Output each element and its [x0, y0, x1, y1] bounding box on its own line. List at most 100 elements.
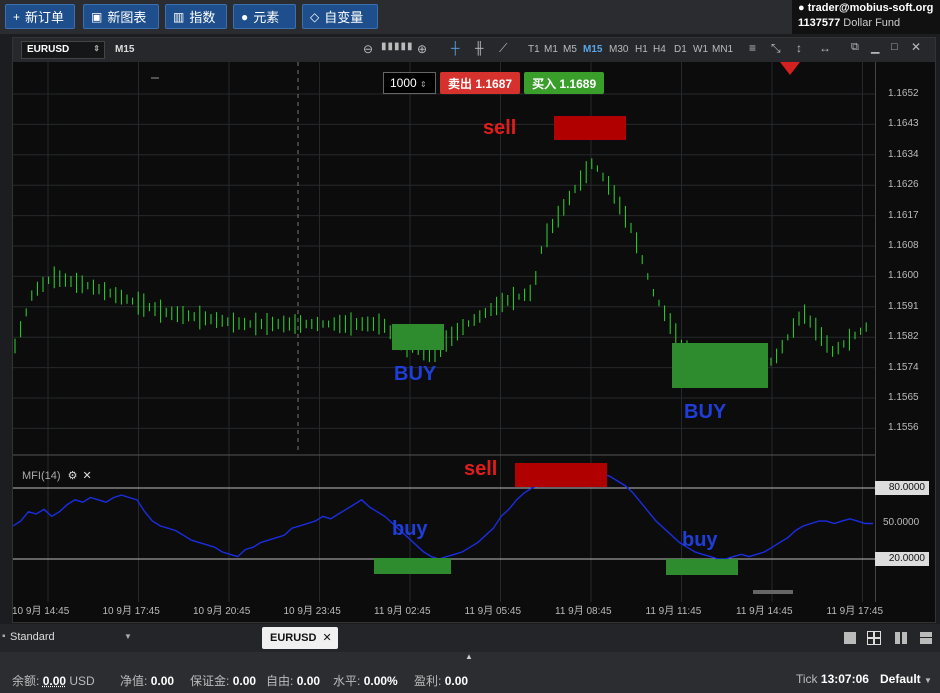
timeframe-d1[interactable]: D1 — [674, 44, 687, 55]
variables-label: 自变量 — [324, 10, 364, 25]
new-chart-button[interactable]: ▣ 新图表 — [83, 4, 159, 29]
sell-label: 卖出 — [448, 77, 473, 91]
price-tick-label: 1.1591 — [888, 300, 919, 312]
timeframe-m15[interactable]: M15 — [583, 44, 602, 55]
indicator-list-icon[interactable]: ≡ — [749, 41, 756, 55]
tab-eurusd[interactable]: EURUSD ✕ — [262, 627, 338, 649]
time-tick-label: 10 9月 17:45 — [102, 606, 160, 617]
minimize-icon[interactable]: ▁ — [871, 41, 879, 54]
server-time: Tick 13:07:06 — [796, 672, 869, 686]
account-user: trader@mobius-soft.org — [807, 2, 934, 14]
sell-zone-price — [554, 116, 626, 140]
mfi-level-20: 20.0000 — [875, 552, 929, 566]
price-tick-label: 1.1565 — [888, 392, 919, 403]
timeframe-t1[interactable]: T1 — [528, 44, 540, 55]
buy-zone-price-left — [392, 324, 444, 350]
layout-rows-icon[interactable] — [919, 631, 933, 645]
buy-zone-price-right — [672, 343, 768, 388]
maximize-icon[interactable]: □ — [891, 41, 898, 53]
sell-zone-mfi — [515, 463, 607, 487]
account-info[interactable]: ● trader@mobius-soft.org 1137577 Dollar … — [792, 0, 940, 34]
price-tick-label: 1.1617 — [888, 209, 919, 221]
lot-value: 1000 — [390, 76, 417, 90]
indicators-button[interactable]: ▥ 指数 — [165, 4, 227, 29]
collapse-arrow-icon[interactable]: ▲ — [465, 652, 473, 661]
zoom-in-icon[interactable]: ⊕ — [417, 42, 427, 56]
mfi-level-50: 50.0000 — [883, 517, 920, 528]
time-axis: 10 9月 14:45 10 9月 17:45 10 9月 20:45 10 9月 2… — [12, 598, 883, 622]
buy-annotation-left: BUY — [394, 363, 437, 385]
timeframe-h1[interactable]: H1 — [635, 44, 648, 55]
close-icon[interactable]: ✕ — [911, 40, 921, 54]
user-icon: ● — [798, 2, 805, 14]
sell-annotation: sell — [483, 117, 517, 139]
scale-vertical-icon[interactable]: ↕ — [796, 41, 802, 55]
variables-button[interactable]: ◇ 自变量 — [302, 4, 378, 29]
zoom-slider[interactable]: ▮▮▮▮▮ — [381, 41, 414, 52]
buy-zone-mfi-right — [666, 559, 738, 575]
layout-single-icon[interactable] — [843, 631, 857, 645]
gear-icon[interactable]: ⚙ — [68, 470, 78, 482]
profile-chevron-icon: ▼ — [924, 676, 932, 685]
elements-label: 元素 — [253, 10, 280, 25]
price-chart[interactable] — [13, 62, 875, 602]
zoom-out-icon[interactable]: ⊖ — [363, 42, 373, 56]
mfi-buy-annotation-right: buy — [682, 529, 718, 551]
account-name: Dollar Fund — [843, 17, 901, 29]
equity: 净值: 0.00 — [120, 674, 175, 688]
timeframe-mn1[interactable]: MN1 — [712, 44, 733, 55]
time-tick-label: 11 9月 08:45 — [555, 606, 612, 617]
detach-window-icon[interactable]: ⧉ — [851, 41, 859, 54]
scale-diagonal-icon[interactable]: ⤡ — [771, 41, 781, 56]
chevron-down-icon[interactable]: ▼ — [124, 632, 132, 641]
buy-annotation-right: BUY — [684, 401, 727, 423]
price-tick-label: 1.1634 — [888, 148, 919, 160]
timeframe-m30[interactable]: M30 — [609, 44, 628, 55]
line-chart-type-icon[interactable]: ⟋ — [499, 41, 507, 56]
mfi-name: MFI(14) — [22, 470, 61, 482]
new-order-button[interactable]: + 新订单 — [5, 4, 75, 29]
sell-button[interactable]: 卖出 1.1687 — [440, 72, 521, 94]
price-tick-label: 1.1574 — [888, 361, 919, 373]
chart-scrollbar — [753, 590, 793, 594]
time-tick-label: 10 9月 23:45 — [283, 606, 341, 617]
profile-select[interactable]: Default ▼ — [880, 672, 932, 686]
symbol-select[interactable]: EURUSD ⇕ — [21, 41, 105, 59]
timeframe-w1[interactable]: W1 — [693, 44, 708, 55]
bar-chart-type-icon[interactable]: ┼ — [451, 41, 460, 55]
current-price-marker — [780, 62, 800, 75]
spinner-icon: ⇕ — [420, 80, 427, 89]
buy-label: 买入 — [532, 77, 557, 91]
price-tick-label: 1.1643 — [888, 118, 919, 130]
close-tab-icon[interactable]: ✕ — [322, 632, 331, 644]
elements-button[interactable]: ● 元素 — [233, 4, 296, 29]
sell-price: 1.1687 — [475, 77, 513, 91]
buy-zone-mfi-left — [374, 558, 451, 574]
status-bar: ▲ 余额: 0.00 USD 净值: 0.00 保证金: 0.00 自由: 0.… — [0, 652, 940, 693]
mfi-line — [13, 473, 873, 560]
main-toolbar: + 新订单 ▣ 新图表 ▥ 指数 ● 元素 ◇ 自变量 ● trader@mob… — [0, 0, 940, 34]
time-tick-label: 11 9月 05:45 — [464, 606, 522, 617]
lot-size-input[interactable]: 1000 ⇕ — [383, 72, 436, 94]
layout-grid-icon[interactable] — [867, 631, 881, 645]
candle-chart-type-icon[interactable]: ╫ — [475, 41, 484, 55]
chart-icon: ▣ — [91, 9, 103, 24]
plus-icon: + — [13, 9, 21, 24]
timeframe-m1[interactable]: M1 — [544, 44, 558, 55]
tab-eurusd-label: EURUSD — [270, 632, 317, 644]
price-tick-label: 1.1600 — [888, 270, 919, 282]
menu-icon[interactable]: ▪ — [2, 631, 6, 642]
timeframe-m5[interactable]: M5 — [563, 44, 577, 55]
workspace-select[interactable]: Standard — [10, 631, 55, 643]
time-tick-label: 10 9月 20:45 — [193, 606, 251, 617]
timeframe-h4[interactable]: H4 — [653, 44, 666, 55]
price-tick-label: 1.1608 — [888, 240, 919, 251]
buy-price: 1.1689 — [559, 77, 597, 91]
bar-chart-icon: ▥ — [173, 9, 185, 24]
buy-button[interactable]: 买入 1.1689 — [524, 72, 605, 94]
mfi-label: MFI(14) ⚙ ✕ — [22, 469, 92, 482]
layout-columns-icon[interactable] — [894, 631, 908, 645]
time-tick-label: 11 9月 14:45 — [736, 606, 793, 617]
scale-horizontal-icon[interactable]: ↔ — [819, 41, 831, 55]
close-indicator-icon[interactable]: ✕ — [83, 470, 92, 482]
